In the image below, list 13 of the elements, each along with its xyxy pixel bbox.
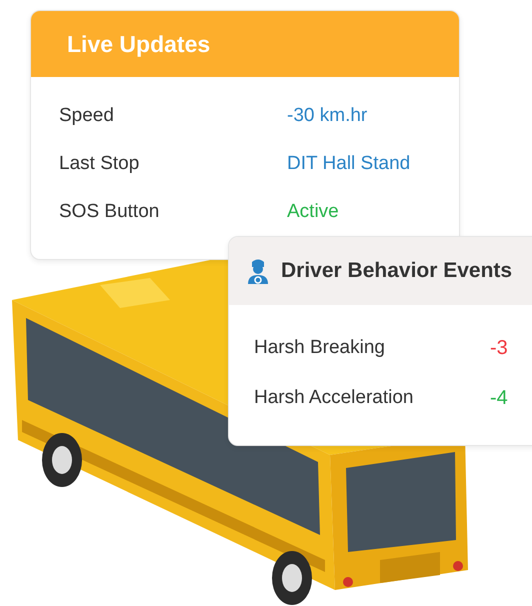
field-value: -30 km.hr [287,105,368,127]
driver-icon [247,258,269,284]
card-title: Driver Behavior Events [281,259,512,283]
event-label: Harsh Acceleration [254,387,414,409]
event-count: -3 [490,336,508,360]
event-count: -4 [490,386,508,410]
event-label: Harsh Breaking [254,337,386,359]
card-title: Live Updates [67,30,210,58]
field-value: DIT Hall Stand [287,153,410,175]
field-label: SOS Button [59,201,160,223]
field-value: Active [287,201,339,223]
field-label: Last Stop [59,153,140,175]
field-label: Speed [59,105,115,127]
